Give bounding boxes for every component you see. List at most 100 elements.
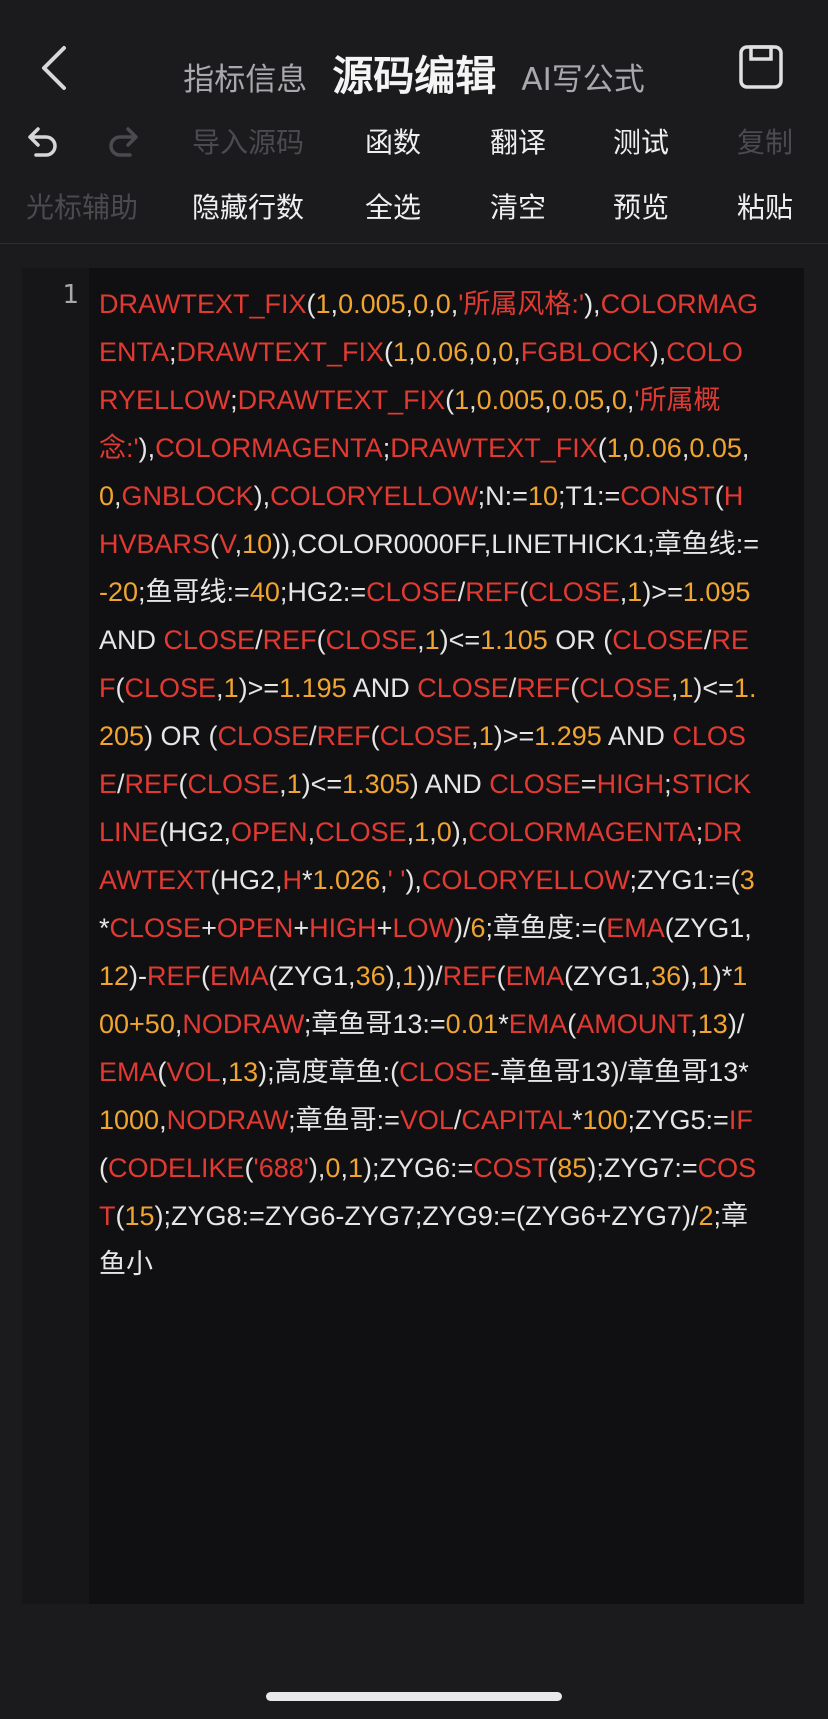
code-number-token: 6	[470, 913, 486, 943]
code-plain-token: (	[157, 1057, 167, 1087]
code-number-token: 10	[527, 481, 558, 511]
code-function-token: CLOSE	[612, 625, 704, 655]
code-plain-token: /	[117, 769, 125, 799]
code-plain-token: +	[293, 913, 310, 943]
code-function-token: OPEN	[216, 913, 294, 943]
tab-ai-formula[interactable]: AI写公式	[521, 54, 644, 99]
code-plain-token: ;章鱼哥:=	[288, 1105, 400, 1135]
code-function-token: CLOSE	[124, 673, 217, 703]
code-number-token: 1.305	[342, 769, 410, 799]
code-plain-token: ),	[308, 1153, 326, 1183]
code-function-token: HIGH	[309, 913, 377, 943]
code-plain-token: )*	[712, 961, 733, 991]
toolbar-row-2: 光标辅助 隐藏行数 全选 清空 预览 粘贴	[0, 178, 828, 238]
code-number-token: -20	[99, 577, 139, 607]
code-function-token: REF	[262, 625, 317, 655]
code-editor[interactable]: 1 DRAWTEXT_FIX(1,0.005,0,0,'所属风格:'),COLO…	[22, 268, 804, 1604]
code-plain-token: /	[255, 625, 263, 655]
select-all-button[interactable]: 全选	[362, 178, 424, 238]
code-number-token: 1	[347, 1153, 363, 1183]
code-plain-token: ,	[307, 817, 316, 847]
code-plain-token: ,	[429, 817, 437, 847]
functions-button[interactable]: 函数	[362, 113, 424, 173]
line-number: 1	[62, 280, 79, 310]
code-plain-token: (	[316, 625, 326, 655]
hide-line-numbers-button[interactable]: 隐藏行数	[186, 178, 310, 238]
cursor-assist-button[interactable]: 光标辅助	[20, 178, 144, 238]
clear-button[interactable]: 清空	[487, 178, 549, 238]
code-plain-token: )>=	[493, 721, 535, 751]
code-plain-token: (ZYG1,	[664, 913, 752, 943]
redo-icon[interactable]	[106, 113, 144, 173]
code-number-token: 0.06	[629, 433, 682, 463]
code-string-token: ' '	[387, 865, 406, 895]
code-function-token: EMA	[505, 961, 565, 991]
code-plain-token: );ZYG6:=	[362, 1153, 474, 1183]
toolbar-row-1: 导入源码 函数 翻译 测试 复制	[0, 113, 828, 173]
code-number-token: 1	[414, 817, 430, 847]
code-number-token: 85	[557, 1153, 588, 1183]
undo-icon[interactable]	[22, 113, 60, 173]
code-plain-token: );高度章鱼:(	[258, 1057, 400, 1087]
code-function-token: EMA	[606, 913, 665, 943]
code-function-token: CLOSE	[163, 625, 256, 655]
code-function-token: GNBLOCK	[121, 481, 254, 511]
code-plain-token: ,COLOR0000FF,LINETHICK1;章鱼线:=	[290, 529, 760, 559]
code-number-token: 1.105	[480, 625, 548, 655]
preview-button[interactable]: 预览	[610, 178, 672, 238]
code-function-token: CLOSE	[399, 1057, 491, 1087]
code-number-token: 12	[99, 961, 130, 991]
import-source-button[interactable]: 导入源码	[186, 113, 310, 173]
code-plain-token: =	[580, 769, 597, 799]
code-function-token: HIGH	[596, 769, 665, 799]
code-function-token: DRAWTEXT_FIX	[176, 337, 385, 367]
code-plain-token: ,	[417, 625, 425, 655]
code-number-token: 0.005	[476, 385, 545, 415]
code-function-token: DRAWTEXT_FIX	[99, 289, 307, 319]
code-number-token: 0	[475, 337, 491, 367]
code-function-token: CLOSE	[109, 913, 202, 943]
test-button[interactable]: 测试	[610, 113, 672, 173]
code-plain-token: ;章鱼度:=(	[485, 913, 607, 943]
home-indicator	[266, 1692, 562, 1701]
save-icon[interactable]	[738, 44, 784, 90]
code-plain-token: *	[571, 1105, 583, 1135]
code-number-token: 0	[611, 385, 627, 415]
code-plain-token: (	[519, 577, 529, 607]
code-number-token: 0.05	[551, 385, 605, 415]
code-number-token: 40	[249, 577, 280, 607]
code-plain-token: (	[178, 769, 188, 799]
code-number-token: 1	[627, 577, 643, 607]
code-plain-token: (	[115, 1201, 125, 1231]
code-number-token: 1	[315, 289, 331, 319]
code-plain-token: (	[567, 1009, 577, 1039]
tab-indicator-info[interactable]: 指标信息	[183, 54, 307, 99]
code-plain-token: *	[302, 865, 313, 895]
code-plain-token: ,	[690, 1009, 698, 1039]
code-function-token: EMA	[508, 1009, 568, 1039]
code-plain-token: (	[597, 433, 607, 463]
code-plain-token: ) OR (	[144, 721, 218, 751]
translate-button[interactable]: 翻译	[487, 113, 549, 173]
tab-source-edit[interactable]: 源码编辑	[332, 42, 496, 102]
code-number-token: 100	[582, 1105, 628, 1135]
code-plain-token: )<=	[439, 625, 481, 655]
code-plain-token: (	[714, 481, 724, 511]
code-number-token: 1000	[99, 1105, 160, 1135]
code-function-token: DRAWTEXT_FIX	[237, 385, 446, 415]
code-number-token: 1.026	[312, 865, 381, 895]
copy-button[interactable]: 复制	[734, 113, 796, 173]
code-plain-token: ;	[169, 337, 177, 367]
paste-button[interactable]: 粘贴	[734, 178, 796, 238]
code-function-token: V	[219, 529, 235, 559]
code-function-token: FGBLOCK	[520, 337, 650, 367]
code-function-token: CLOSE	[187, 769, 280, 799]
code-number-token: 1.195	[279, 673, 347, 703]
code-plain-token: ),	[253, 481, 271, 511]
code-plain-token: ,	[279, 769, 287, 799]
code-number-token: 1	[454, 385, 470, 415]
code-function-token: IF	[728, 1105, 753, 1135]
code-plain-token: ),	[584, 289, 601, 319]
code-plain-token: AND	[601, 721, 673, 751]
code-text[interactable]: DRAWTEXT_FIX(1,0.005,0,0,'所属风格:'),COLORM…	[99, 280, 759, 1288]
